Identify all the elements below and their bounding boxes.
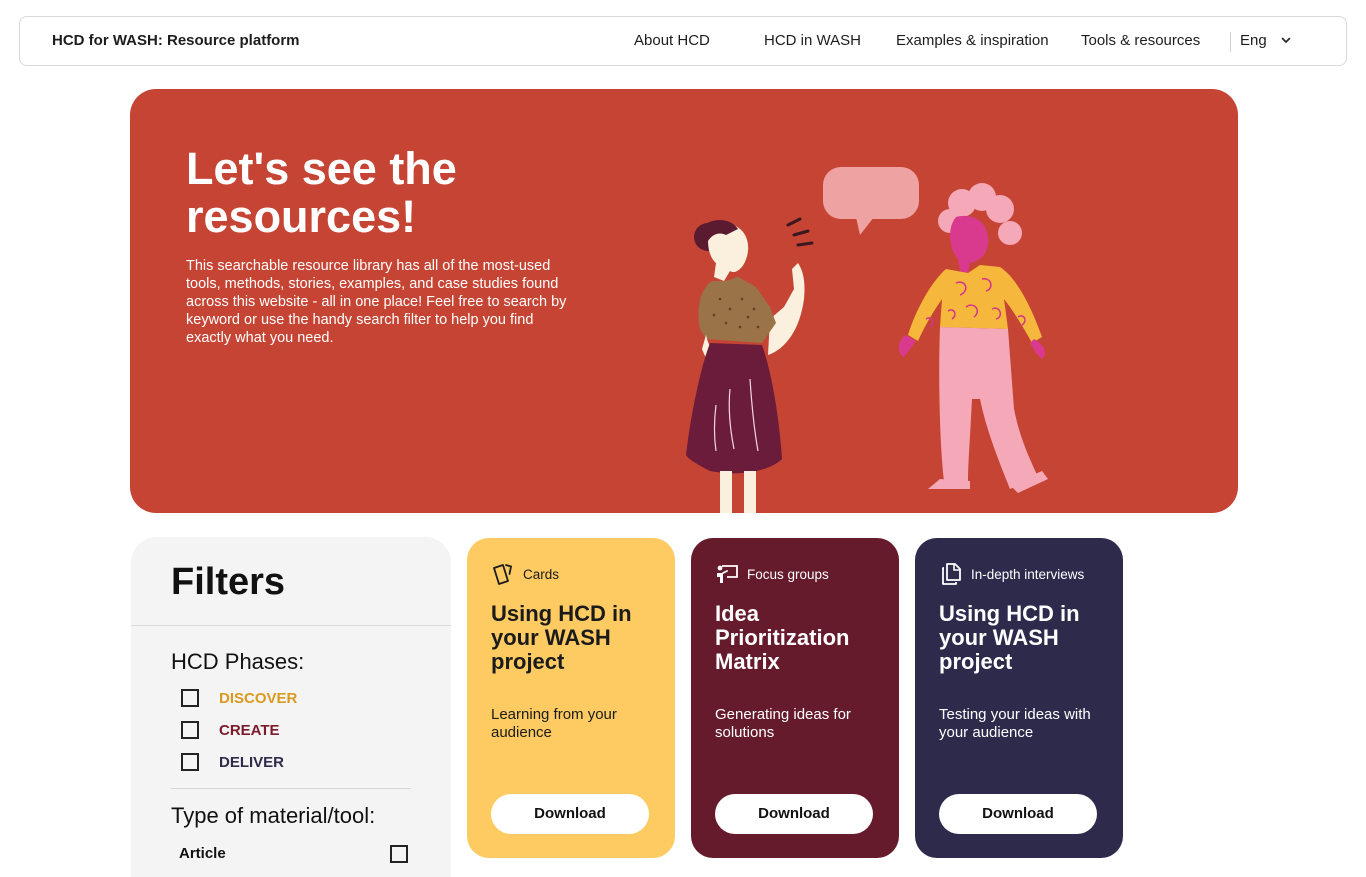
woman-figure <box>686 220 805 513</box>
discover-checkbox[interactable] <box>181 689 199 707</box>
nav-link-tools-resources[interactable]: Tools & resources <box>1081 32 1200 49</box>
presenter-icon <box>717 565 738 583</box>
article-checkbox[interactable] <box>390 845 408 863</box>
material-type-title: Type of material/tool: <box>171 803 376 828</box>
speech-lines <box>786 217 814 247</box>
deliver-checkbox[interactable] <box>181 753 199 771</box>
speech-bubble <box>823 167 919 235</box>
card-description: Learning from your audience <box>491 706 617 741</box>
hero-description: This searchable resource library has all… <box>186 258 567 346</box>
filters-title: Filters <box>171 561 286 603</box>
nav-divider <box>1230 32 1231 52</box>
top-navigation: HCD for WASH: Resource platform About HC… <box>19 16 1347 66</box>
filters-divider <box>131 625 451 626</box>
card-description: Generating ideas for solutions <box>715 706 851 741</box>
card-title: Using HCD in your WASH project <box>939 601 1080 674</box>
cards-icon <box>493 564 513 585</box>
hero-title: Let's see the resources! <box>186 143 457 242</box>
phase-label-discover[interactable]: DISCOVER <box>219 690 297 707</box>
hero-banner: Let's see the resources! This searchable… <box>130 89 1238 513</box>
download-button[interactable]: Download <box>939 794 1097 834</box>
documents-icon <box>942 563 961 585</box>
resource-card[interactable]: In-depth interviews Using HCD in your WA… <box>915 538 1123 858</box>
material-label-article[interactable]: Article <box>179 845 226 862</box>
language-selector[interactable]: Eng <box>1240 32 1267 49</box>
resource-card[interactable]: Cards Using HCD in your WASH project Lea… <box>467 538 675 858</box>
site-brand[interactable]: HCD for WASH: Resource platform <box>52 32 300 49</box>
phase-label-create[interactable]: CREATE <box>219 722 280 739</box>
chevron-down-icon[interactable] <box>1279 33 1293 47</box>
create-checkbox[interactable] <box>181 721 199 739</box>
card-category: Focus groups <box>747 567 829 582</box>
filters-panel: Filters HCD Phases: DISCOVER CREATE DELI… <box>131 537 451 877</box>
card-category: In-depth interviews <box>971 567 1085 582</box>
curly-hair-person-figure <box>898 183 1048 493</box>
phase-label-deliver[interactable]: DELIVER <box>219 754 284 771</box>
card-title: Idea Prioritization Matrix <box>715 601 850 674</box>
download-button[interactable]: Download <box>491 794 649 834</box>
filters-group-divider <box>171 788 411 789</box>
card-category: Cards <box>523 567 560 582</box>
card-title: Using HCD in your WASH project <box>491 601 632 674</box>
hcd-phases-title: HCD Phases: <box>171 649 305 674</box>
download-button[interactable]: Download <box>715 794 873 834</box>
nav-link-hcd-in-wash[interactable]: HCD in WASH <box>764 32 861 49</box>
two-people-talking-illustration <box>686 167 1048 513</box>
nav-link-examples[interactable]: Examples & inspiration <box>896 32 1049 49</box>
resource-card[interactable]: Focus groups Idea Prioritization Matrix … <box>691 538 899 858</box>
card-description: Testing your ideas with your audience <box>939 706 1091 741</box>
nav-link-about-hcd[interactable]: About HCD <box>634 32 710 49</box>
